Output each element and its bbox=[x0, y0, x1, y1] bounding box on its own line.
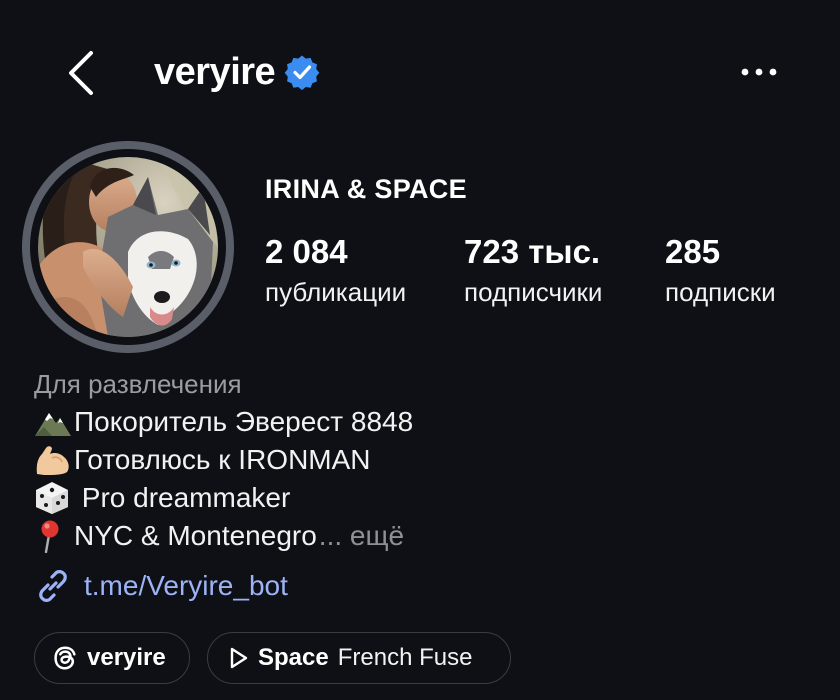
avatar-frame bbox=[30, 149, 226, 345]
bio-line-everest: Покоритель Эверест 8848 bbox=[34, 403, 814, 441]
verified-badge-icon bbox=[284, 54, 320, 90]
bio-line-text: Pro dreammaker bbox=[74, 482, 291, 513]
display-name: IRINA & SPACE bbox=[265, 174, 467, 204]
threads-icon bbox=[54, 646, 76, 670]
link-icon bbox=[39, 570, 67, 602]
flexed-biceps-icon bbox=[34, 443, 74, 477]
stat-following-label: подписки bbox=[665, 277, 776, 307]
profile-category: Для развлечения bbox=[34, 369, 242, 399]
music-title: Space bbox=[258, 644, 329, 671]
avatar-photo bbox=[38, 157, 218, 337]
threads-button[interactable]: veryire bbox=[34, 632, 190, 684]
link-text: t.me/Veryire_bot bbox=[84, 570, 288, 601]
music-button[interactable]: Space French Fuse bbox=[207, 632, 511, 684]
chevron-left-icon bbox=[69, 51, 93, 95]
bio-line-text: NYC & Montenegro bbox=[74, 520, 317, 551]
stat-following[interactable]: 285 подписки bbox=[665, 232, 776, 310]
avatar[interactable] bbox=[22, 141, 234, 353]
profile-header: veryire bbox=[0, 0, 840, 150]
bio-more-button[interactable]: ... ещё bbox=[319, 517, 404, 555]
mountain-icon bbox=[34, 405, 74, 439]
play-icon bbox=[230, 647, 248, 669]
stat-followers-value: 723 тыс. bbox=[464, 233, 601, 270]
back-button[interactable] bbox=[58, 46, 104, 100]
bio-line-text: Покоритель Эверест 8848 bbox=[74, 406, 414, 437]
music-artist: French Fuse bbox=[337, 644, 473, 671]
bio-line-location: NYC & Montenegro ... ещё bbox=[34, 517, 814, 555]
dice-icon bbox=[34, 481, 74, 515]
stat-posts-value: 2 084 bbox=[265, 233, 348, 270]
stat-following-value: 285 bbox=[665, 233, 721, 270]
external-link[interactable]: t.me/Veryire_bot bbox=[34, 566, 288, 606]
bio: Для развлечения Покоритель Эверест 8848 … bbox=[34, 365, 814, 555]
bio-line-dreammaker: Pro dreammaker bbox=[34, 479, 814, 517]
username: veryire bbox=[154, 50, 276, 93]
stat-posts-label: публикации bbox=[265, 277, 407, 307]
more-horizontal-icon bbox=[741, 68, 777, 76]
more-options-button[interactable] bbox=[734, 48, 784, 96]
stat-followers-label: подписчики bbox=[464, 277, 603, 307]
stat-followers[interactable]: 723 тыс. подписчики bbox=[464, 232, 602, 310]
bio-line-text: Готовлюсь к IRONMAN bbox=[74, 444, 371, 475]
username-row: veryire bbox=[154, 48, 320, 96]
threads-username: veryire bbox=[87, 644, 166, 671]
bio-line-ironman: Готовлюсь к IRONMAN bbox=[34, 441, 814, 479]
stat-posts[interactable]: 2 084 публикации bbox=[265, 232, 406, 310]
pushpin-icon bbox=[34, 519, 74, 553]
